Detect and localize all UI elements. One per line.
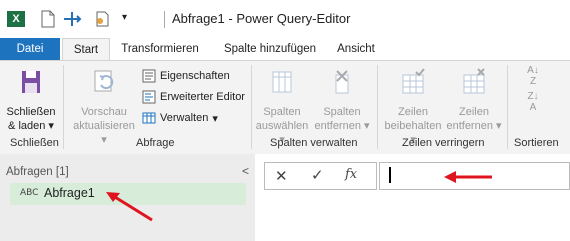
dropdown-arrow-icon: ▾ bbox=[212, 112, 218, 125]
remove-columns-line2: entfernen bbox=[314, 120, 361, 132]
tab-ansicht[interactable]: Ansicht bbox=[326, 38, 386, 60]
manage-label: Verwalten bbox=[160, 112, 209, 124]
advanced-editor-button[interactable]: Erweiterter Editor bbox=[142, 90, 245, 104]
query-name[interactable]: Abfrage1 bbox=[44, 186, 95, 200]
dropdown-arrow-icon: ▾ bbox=[360, 120, 370, 132]
collapse-pane-icon[interactable]: < bbox=[242, 164, 249, 178]
document-icon[interactable] bbox=[38, 9, 58, 29]
sort-descending-icon: Z↓ A bbox=[527, 91, 539, 113]
sort-descending-button[interactable]: Z↓ A bbox=[522, 91, 544, 113]
group-label-schliessen: Schließen bbox=[10, 137, 59, 149]
select-columns-line1: Spalten bbox=[263, 106, 301, 118]
annotation-arrow-icon bbox=[106, 192, 153, 222]
keep-rows-line1: Zeilen bbox=[398, 106, 428, 118]
customize-toolbar-icon[interactable]: ▾ bbox=[122, 12, 127, 23]
confirm-icon[interactable]: ✓ bbox=[311, 166, 324, 184]
refresh-icon bbox=[94, 70, 114, 92]
select-columns-line2: auswählen bbox=[255, 120, 309, 132]
settings-document-icon[interactable] bbox=[92, 9, 112, 29]
properties-label: Eigenschaften bbox=[160, 70, 230, 82]
remove-columns-line1: Spalten bbox=[323, 106, 361, 118]
dropdown-arrow-icon: ▾ bbox=[101, 134, 107, 146]
group-label-spalten-verwalten: Spalten verwalten bbox=[270, 137, 358, 149]
group-separator bbox=[507, 65, 508, 149]
keep-rows-line2: beibehalten bbox=[384, 120, 442, 132]
remove-rows-icon bbox=[463, 68, 485, 94]
text-type-icon: ABC bbox=[20, 188, 39, 198]
tab-start[interactable]: Start bbox=[62, 38, 110, 62]
manage-table-icon bbox=[142, 112, 156, 124]
remove-rows-line1: Zeilen bbox=[459, 106, 489, 118]
group-separator bbox=[63, 65, 64, 149]
advanced-editor-icon bbox=[142, 90, 156, 104]
group-label-abfrage: Abfrage bbox=[136, 137, 175, 149]
dropdown-arrow-icon: ▾ bbox=[492, 120, 502, 132]
excel-app-icon: X bbox=[7, 11, 25, 27]
close-and-load-button[interactable]: Schließen & laden ▾ bbox=[6, 67, 56, 133]
remove-rows-button[interactable]: Zeilen entfernen ▾ bbox=[446, 67, 502, 133]
sort-ascending-icon: A↓ Z bbox=[527, 65, 539, 87]
keep-rows-icon bbox=[402, 68, 425, 94]
keep-rows-button[interactable]: Zeilen beibehalten ▾ bbox=[382, 67, 444, 147]
formula-buttons: ✕ ✓ fx bbox=[264, 162, 377, 190]
refresh-preview-button[interactable]: Vorschau aktualisieren ▾ bbox=[72, 67, 136, 147]
properties-button[interactable]: Eigenschaften bbox=[142, 69, 230, 83]
remove-rows-line2: entfernen bbox=[446, 120, 493, 132]
title-separator bbox=[164, 11, 165, 28]
advanced-editor-label: Erweiterter Editor bbox=[160, 91, 245, 103]
ribbon: Schließen & laden ▾ Schließen Vorschau a… bbox=[0, 60, 570, 155]
group-label-sortieren: Sortieren bbox=[514, 137, 559, 149]
annotation-arrow-icon bbox=[444, 171, 492, 183]
dropdown-arrow-icon: ▾ bbox=[45, 120, 54, 132]
refresh-preview-line2: aktualisieren bbox=[73, 120, 135, 132]
window-title: Abfrage1 - Power Query-Editor bbox=[172, 11, 351, 26]
cancel-icon[interactable]: ✕ bbox=[275, 167, 288, 185]
manage-button[interactable]: Verwalten ▾ bbox=[142, 111, 218, 125]
save-disk-icon bbox=[22, 71, 40, 93]
close-load-line1: Schließen bbox=[6, 106, 56, 118]
insert-function-icon[interactable]: fx bbox=[345, 167, 357, 182]
tab-spalte-hinzufuegen[interactable]: Spalte hinzufügen bbox=[214, 38, 326, 60]
text-cursor bbox=[389, 167, 391, 183]
group-separator bbox=[251, 65, 252, 149]
select-columns-button[interactable]: Spalten auswählen ▾ bbox=[254, 67, 310, 147]
sort-ascending-button[interactable]: A↓ Z bbox=[522, 65, 544, 87]
remove-columns-icon bbox=[335, 70, 349, 94]
remove-columns-button[interactable]: Spalten entfernen ▾ bbox=[314, 67, 370, 133]
select-columns-icon bbox=[272, 71, 292, 93]
group-label-zeilen-verringern: Zeilen verringern bbox=[402, 137, 485, 149]
navigation-icon[interactable] bbox=[62, 9, 82, 29]
queries-header: Abfragen [1] bbox=[6, 166, 69, 178]
tab-bar: Datei Start Transformieren Spalte hinzuf… bbox=[0, 38, 570, 62]
refresh-preview-line1: Vorschau bbox=[81, 106, 127, 118]
tab-transformieren[interactable]: Transformieren bbox=[112, 38, 208, 60]
close-load-line2: & laden bbox=[8, 120, 46, 132]
tab-datei[interactable]: Datei bbox=[0, 38, 60, 60]
properties-icon bbox=[142, 69, 156, 83]
group-separator bbox=[377, 65, 378, 149]
